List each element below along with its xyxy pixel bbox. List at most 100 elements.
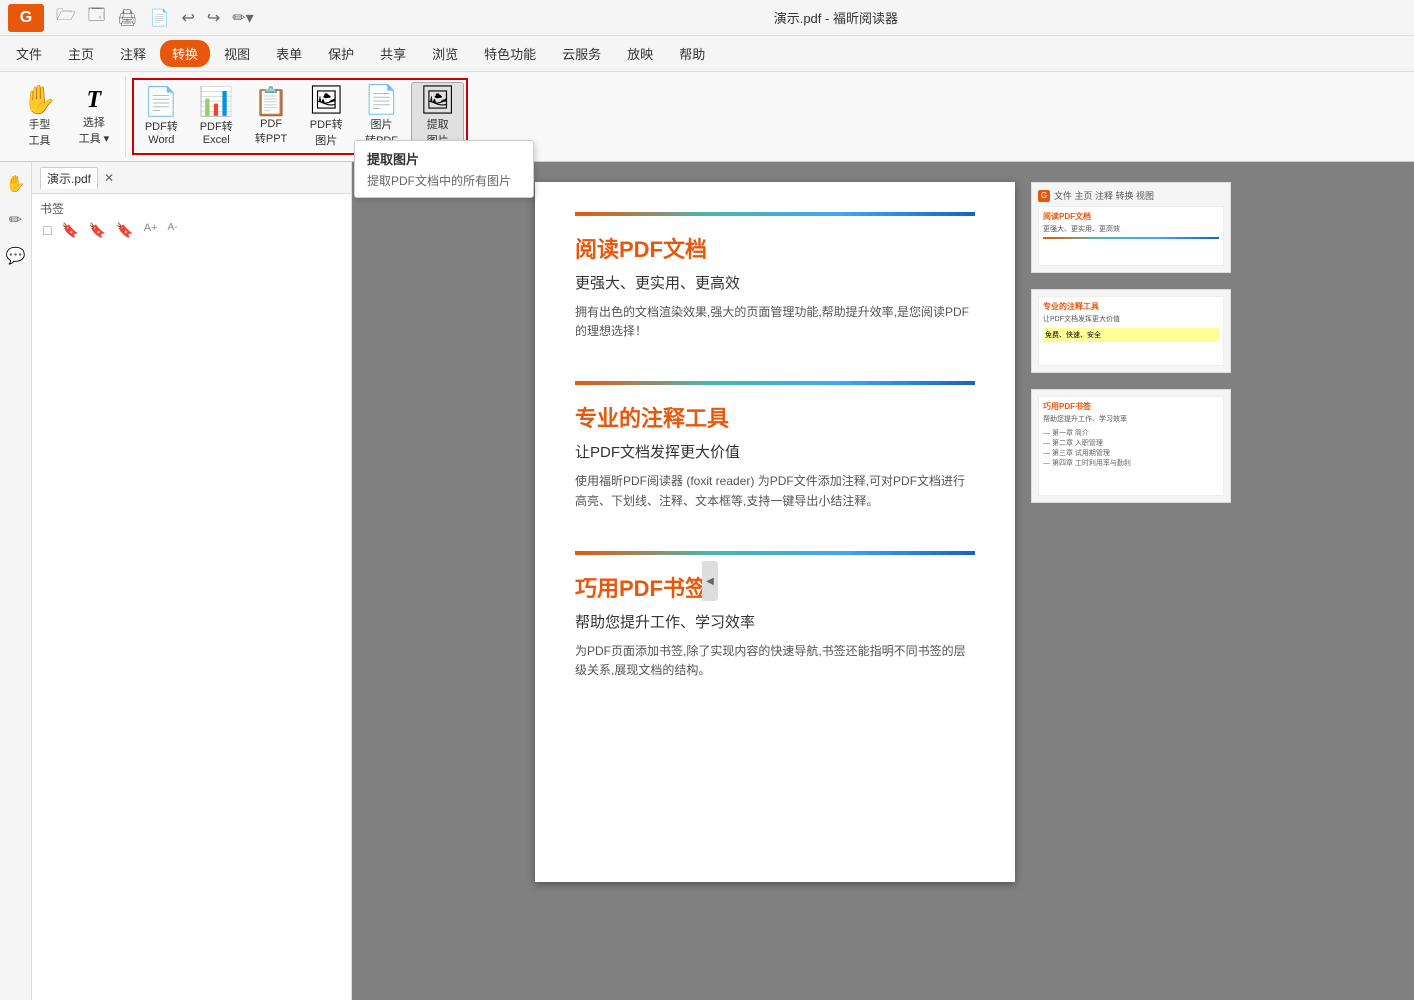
tooltip-title: 提取图片 <box>367 149 521 168</box>
ribbon-group-tools: ✋ 手型工具 T 选择工具 ▾ <box>8 76 126 157</box>
hand-tool-button[interactable]: ✋ 手型工具 <box>14 82 65 152</box>
pdf-to-word-label: PDF转Word <box>145 118 178 146</box>
thumb1-text: 更强大、更实用、更高效 <box>1043 224 1219 234</box>
bm-btn-4[interactable]: 🔖 <box>113 221 136 240</box>
menu-protect[interactable]: 保护 <box>316 40 366 67</box>
print-icon[interactable]: 🖨 <box>113 6 141 30</box>
bookmarks-panel: 书签 □ 🔖 🔖 🔖 A+ A- <box>32 194 351 1000</box>
thumb1-logo: G <box>1038 190 1050 202</box>
file-tab-name[interactable]: 演示.pdf <box>40 167 98 189</box>
thumbnail-1: G 文件 主页 注释 转换 视图 阅读PDF文档 更强大、更实用、更高效 <box>1031 182 1231 273</box>
titlebar: G 🗁 🗔 🖨 📄 ↩ ↪ ✏▾ 演示.pdf - 福昕阅读器 <box>0 0 1414 36</box>
pdf-excel-icon: 📊 <box>199 88 234 116</box>
menu-help[interactable]: 帮助 <box>667 40 717 67</box>
menu-browse[interactable]: 浏览 <box>420 40 470 67</box>
doc-icon[interactable]: 📄 <box>146 6 174 30</box>
menu-cloud[interactable]: 云服务 <box>550 40 613 67</box>
pdf-thumbnails: G 文件 主页 注释 转换 视图 阅读PDF文档 更强大、更实用、更高效 专业的… <box>1031 182 1231 503</box>
section1-text: 拥有出色的文档渲染效果,强大的页面管理功能,帮助提升效率,是您阅读PDF的理想选… <box>575 303 975 341</box>
section1-title: 阅读PDF文档 <box>575 232 975 264</box>
menu-form[interactable]: 表单 <box>264 40 314 67</box>
ribbon: ✋ 手型工具 T 选择工具 ▾ 📄 PDF转Word 📊 PDF转Excel 📋… <box>0 72 1414 162</box>
pdf-to-ppt-label: PDF转PPT <box>255 118 287 146</box>
thumb1-tabs: 文件 主页 注释 转换 视图 <box>1054 189 1154 202</box>
section3-title: 巧用PDF书签 <box>575 571 975 603</box>
sidebar-hand-tool[interactable]: ✋ <box>2 170 30 198</box>
thumb3-content: 巧用PDF书签 帮助您提升工作、学习效率 — 第一章 简介 — 第二章 入职管理… <box>1038 396 1224 496</box>
menubar: 文件 主页 注释 转换 视图 表单 保护 共享 浏览 特色功能 云服务 放映 帮… <box>0 36 1414 72</box>
pdf-section-3: 巧用PDF书签 帮助您提升工作、学习效率 为PDF页面添加书签,除了实现内容的快… <box>575 571 975 680</box>
open-icon[interactable]: 🗁 <box>52 2 80 33</box>
main-area: ✋ ✏ 💬 演示.pdf ✕ 书签 □ 🔖 🔖 🔖 A+ A- ◀ <box>0 162 1414 1000</box>
menu-home[interactable]: 主页 <box>56 40 106 67</box>
bm-btn-fontsize-down[interactable]: A- <box>165 221 181 240</box>
pdf-to-word-button[interactable]: 📄 PDF转Word <box>136 82 187 152</box>
file-tab-close[interactable]: ✕ <box>102 171 116 185</box>
bookmarks-label: 书签 <box>40 200 343 217</box>
pdf-to-image-label: PDF转图片 <box>310 116 343 148</box>
pdf-img-icon: 🖼 <box>309 86 345 114</box>
undo-icon[interactable]: ↩ <box>177 6 198 30</box>
section1-subtitle: 更强大、更实用、更高效 <box>575 272 975 293</box>
pdf-section-2: 专业的注释工具 让PDF文档发挥更大价值 使用福昕PDF阅读器 (foxit r… <box>575 401 975 510</box>
select-tool-button[interactable]: T 选择工具 ▾ <box>69 82 119 152</box>
section3-text: 为PDF页面添加书签,除了实现内容的快速导航,书签还能指明不同书签的层级关系,展… <box>575 642 975 680</box>
titlebar-toolbar: 🗁 🗔 🖨 📄 ↩ ↪ ✏▾ <box>52 2 258 33</box>
section2-subtitle: 让PDF文档发挥更大价值 <box>575 441 975 462</box>
collapse-sidebar-button[interactable]: ◀ <box>702 561 718 601</box>
right-panel: ◀ 阅读PDF文档 更强大、更实用、更高效 拥有出色的文档渲染效果,强大的页面管… <box>352 162 1414 1000</box>
app-logo: G <box>8 4 44 32</box>
menu-features[interactable]: 特色功能 <box>472 40 548 67</box>
section-divider-3 <box>575 551 975 555</box>
sidebar-tools: ✋ ✏ 💬 <box>0 162 32 1000</box>
sidebar-comment-tool[interactable]: 💬 <box>2 242 30 270</box>
cursor-icon: T <box>87 88 102 112</box>
pdf-to-ppt-button[interactable]: 📋 PDF转PPT <box>246 82 297 152</box>
thumb2-content: 专业的注释工具 让PDF文档发挥更大价值 免费、快速、安全 <box>1038 296 1224 366</box>
thumb2-title: 专业的注释工具 <box>1043 301 1219 312</box>
menu-file[interactable]: 文件 <box>4 40 54 67</box>
sidebar-panel: 演示.pdf ✕ 书签 □ 🔖 🔖 🔖 A+ A- <box>32 162 352 1000</box>
thumb3-title: 巧用PDF书签 <box>1043 401 1219 412</box>
thumb1-title: 阅读PDF文档 <box>1043 211 1219 222</box>
hand-icon: ✋ <box>22 86 57 114</box>
thumbnail-2: 专业的注释工具 让PDF文档发挥更大价值 免费、快速、安全 <box>1031 289 1231 373</box>
bm-btn-2[interactable]: 🔖 <box>58 221 81 240</box>
pdf-to-excel-button[interactable]: 📊 PDF转Excel <box>191 82 242 152</box>
hand-tool-label: 手型工具 <box>28 116 50 148</box>
menu-share[interactable]: 共享 <box>368 40 418 67</box>
ribbon-convert-section: 📄 PDF转Word 📊 PDF转Excel 📋 PDF转PPT 🖼 PDF转图… <box>132 78 469 155</box>
section3-subtitle: 帮助您提升工作、学习效率 <box>575 611 975 632</box>
select-tool-label: 选择工具 ▾ <box>79 114 110 146</box>
menu-annotate[interactable]: 注释 <box>108 40 158 67</box>
pdf-to-image-button[interactable]: 🖼 PDF转图片 <box>301 82 353 152</box>
thumb2-subtitle: 让PDF文档发挥更大价值 <box>1043 314 1219 324</box>
thumb3-subtitle: 帮助您提升工作、学习效率 <box>1043 414 1219 424</box>
pdf-section-1: 阅读PDF文档 更强大、更实用、更高效 拥有出色的文档渲染效果,强大的页面管理功… <box>575 232 975 341</box>
bm-btn-1[interactable]: □ <box>40 221 54 240</box>
thumb3-bookmarks: — 第一章 简介 — 第二章 入职管理 — 第三章 试用期管理 — 第四章 工时… <box>1043 428 1219 468</box>
bm-btn-fontsize-up[interactable]: A+ <box>141 221 161 240</box>
section2-title: 专业的注释工具 <box>575 401 975 433</box>
quick-access-icon[interactable]: ✏▾ <box>228 6 257 30</box>
menu-convert[interactable]: 转换 <box>160 40 210 67</box>
sidebar-annotate-tool[interactable]: ✏ <box>2 206 30 234</box>
window-title: 演示.pdf - 福昕阅读器 <box>266 8 1406 27</box>
pdf-to-excel-label: PDF转Excel <box>200 118 233 146</box>
redo-icon[interactable]: ↪ <box>203 6 224 30</box>
bm-btn-3[interactable]: 🔖 <box>86 221 109 240</box>
section-divider-1 <box>575 212 975 216</box>
img-pdf-icon: 📄 <box>364 86 399 114</box>
thumb1-divider <box>1043 237 1219 239</box>
pdf-word-icon: 📄 <box>144 88 179 116</box>
tooltip-popup: 提取图片 提取PDF文档中的所有图片 <box>354 140 534 198</box>
menu-slideshow[interactable]: 放映 <box>615 40 665 67</box>
pdf-page: 阅读PDF文档 更强大、更实用、更高效 拥有出色的文档渲染效果,强大的页面管理功… <box>535 182 1015 882</box>
thumb2-highlight: 免费、快速、安全 <box>1043 328 1219 342</box>
file-tab: 演示.pdf ✕ <box>32 162 351 194</box>
menu-view[interactable]: 视图 <box>212 40 262 67</box>
pdf-viewing-area: 阅读PDF文档 更强大、更实用、更高效 拥有出色的文档渲染效果,强大的页面管理功… <box>352 162 1414 1000</box>
section2-text: 使用福昕PDF阅读器 (foxit reader) 为PDF文件添加注释,可对P… <box>575 472 975 510</box>
window-icon[interactable]: 🗔 <box>84 2 109 33</box>
extract-img-icon: 🖼 <box>420 86 456 114</box>
